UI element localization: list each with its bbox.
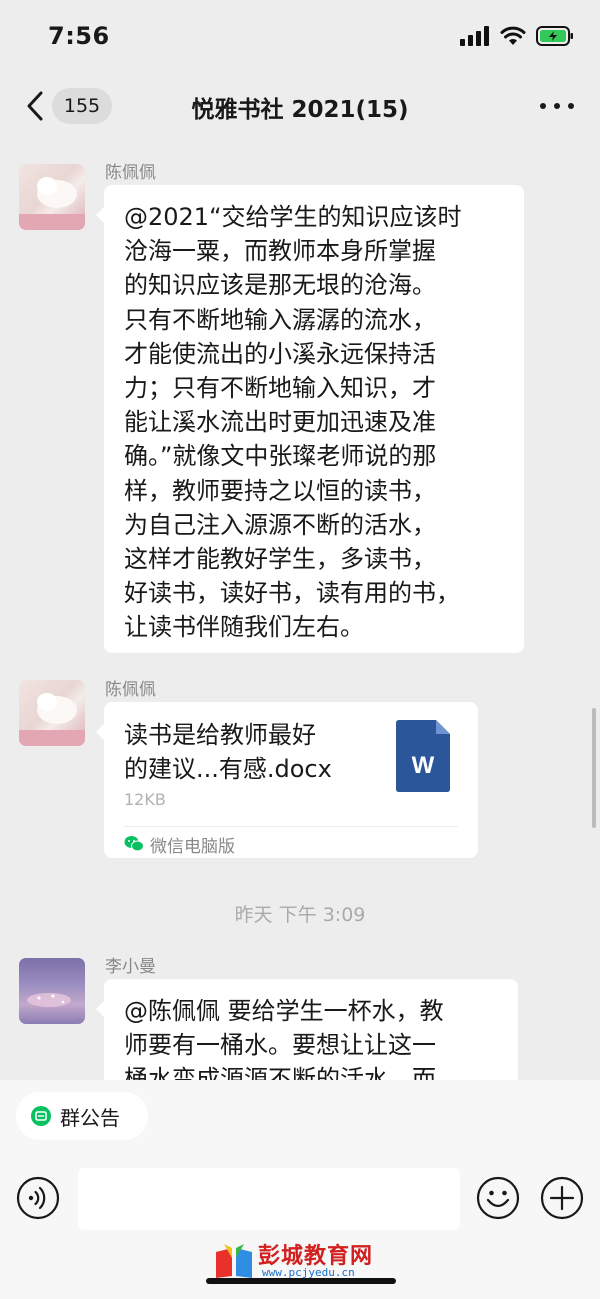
more-dot-icon [540,103,546,109]
message-input[interactable] [78,1168,460,1230]
message-line: @2021“交给学生的知识应该时 [124,203,462,231]
status-icons [460,24,574,48]
more-dot-icon [554,103,560,109]
message-line: 好读书，读好书，读有用的书， [124,579,460,608]
message-bubble[interactable]: @陈佩佩 要给学生一杯水，教 师要有一桶水。要想让让这一 桶水变成源源不断的活水… [96,979,518,1080]
input-bar [0,1164,600,1234]
chat-title: 悦雅书社 2021(15) [191,97,409,123]
source-label: 微信电脑版 [150,836,235,857]
message-line: 师要有一桶水。要想让让这一 [124,1031,436,1060]
home-indicator[interactable] [206,1278,396,1284]
file-name-line: 的建议...有感.docx [124,755,332,783]
wifi-icon [500,26,526,45]
message-line: 能让溪水流出时更加迅速及准 [124,408,436,437]
more-options-button[interactable] [540,96,574,116]
message-line: 的知识应该是那无垠的沧海。 [124,271,436,300]
file-name-line: 读书是给教师最好 [124,721,316,749]
message-line: 确。”就像文中张璨老师说的那 [124,442,437,471]
message-line: 样，教师要持之以恒的读书， [124,476,436,505]
file-source: 微信电脑版 [124,832,235,857]
message-text: @陈佩佩 要给学生一杯水，教 师要有一桶水。要想让让这一 桶水变成源源不断的活水… [124,994,444,1080]
message-line: 为自己注入源源不断的活水， [124,510,436,539]
more-dot-icon [568,103,574,109]
avatar-cat-image [19,693,85,746]
wechat-icon [124,836,144,852]
divider [124,826,458,827]
avatar-cat-image [19,177,85,230]
plus-icon[interactable] [540,1176,584,1220]
announcement-icon [31,1106,51,1126]
timestamp: 昨天 下午 3:09 [234,904,366,926]
message-line: 沧海一粟，而教师本身所掌握 [124,237,436,266]
file-message-card[interactable]: 读书是给教师最好 的建议...有感.docx 12KB W 微信电脑版 [96,702,478,858]
scrollbar[interactable] [592,708,596,828]
signal-icon [460,26,489,46]
sender-name: 陈佩佩 [105,163,156,183]
avatar[interactable] [19,164,85,230]
message-line: @陈佩佩 要给学生一杯水，教 [124,997,444,1025]
sender-name: 陈佩佩 [105,680,156,700]
emoji-icon[interactable] [476,1176,520,1220]
group-notice-button[interactable]: 群公告 [16,1092,148,1140]
status-time: 7:56 [48,22,110,50]
watermark-logo-icon [216,1244,252,1278]
message-line: 才能使流出的小溪永远保持活 [124,339,436,368]
chat-area[interactable]: 陈佩佩 @2021“交给学生的知识应该时 沧海一粟，而教师本身所掌握 的知识应该… [0,140,600,1080]
avatar-sky-image [27,993,71,1007]
battery-icon [536,26,573,46]
avatar[interactable] [19,958,85,1024]
word-document-icon: W [396,720,450,792]
file-size: 12KB [124,790,166,809]
message-line: 力；只有不断地输入知识，才 [124,374,436,403]
file-name: 读书是给教师最好 的建议...有感.docx [124,718,332,786]
message-line: 让读书伴随我们左右。 [124,613,364,642]
message-line: 桶水变成源源不断的活水，而 [124,1065,436,1080]
voice-input-icon[interactable] [16,1176,60,1220]
svg-text:W: W [412,752,435,779]
message-line: 这样才能教好学生，多读书， [124,545,436,574]
group-notice-label: 群公告 [60,1105,120,1130]
sender-name: 李小曼 [105,957,156,977]
avatar[interactable] [19,680,85,746]
nav-bar: 155 悦雅书社 2021(15) [0,74,600,140]
bottom-panel: 群公告 彭城教育网 www.pcjyedu.cn [0,1080,600,1299]
message-bubble[interactable]: @2021“交给学生的知识应该时 沧海一粟，而教师本身所掌握 的知识应该是那无垠… [96,185,524,653]
message-text: @2021“交给学生的知识应该时 沧海一粟，而教师本身所掌握 的知识应该是那无垠… [124,200,462,645]
status-bar: 7:56 [0,0,600,74]
message-line: 只有不断地输入潺潺的流水， [124,305,436,334]
